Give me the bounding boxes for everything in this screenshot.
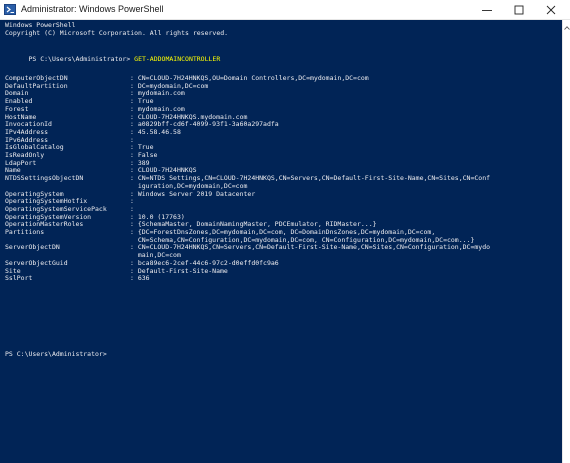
scroll-up-arrow-icon[interactable] (564, 25, 570, 31)
command-line: PS C:\Users\Administrator> GET-ADDOMAINC… (5, 47, 220, 63)
property-key: ServerObjectDN (5, 243, 60, 252)
property-value: : 636 (130, 274, 150, 283)
command-text: GET-ADDOMAINCONTROLLER (134, 55, 221, 63)
property-value: : 45.58.46.58 (130, 127, 181, 136)
maximize-icon (514, 5, 524, 15)
minimize-button[interactable] (473, 0, 501, 20)
console-output[interactable]: Windows PowerShell Copyright (C) Microso… (0, 20, 562, 463)
maximize-button[interactable] (505, 0, 533, 20)
prompt-line: PS C:\Users\Administrator> (5, 350, 107, 358)
property-key: NTDSSettingsObjectDN (5, 174, 84, 183)
banner-line: Windows PowerShell (5, 21, 76, 29)
copyright-line: Copyright (C) Microsoft Corporation. All… (5, 29, 229, 37)
property-value: : Windows Server 2019 Datacenter (130, 189, 256, 198)
close-button[interactable] (537, 0, 565, 20)
prompt: PS C:\Users\Administrator> (28, 55, 135, 63)
property-key: Partitions (5, 228, 45, 236)
powershell-icon (4, 4, 16, 15)
minimize-icon (482, 10, 492, 11)
window-title: Administrator: Windows PowerShell (21, 4, 164, 14)
title-bar[interactable]: Administrator: Windows PowerShell (0, 0, 570, 20)
property-value: : CN=CLOUD-7H24HNKQS,CN=Servers,CN=Defau… (130, 243, 491, 252)
powershell-window: Administrator: Windows PowerShell Window… (0, 0, 570, 463)
vertical-scrollbar[interactable] (562, 20, 570, 463)
property-key: SslPort (5, 274, 33, 283)
close-icon (546, 5, 556, 15)
